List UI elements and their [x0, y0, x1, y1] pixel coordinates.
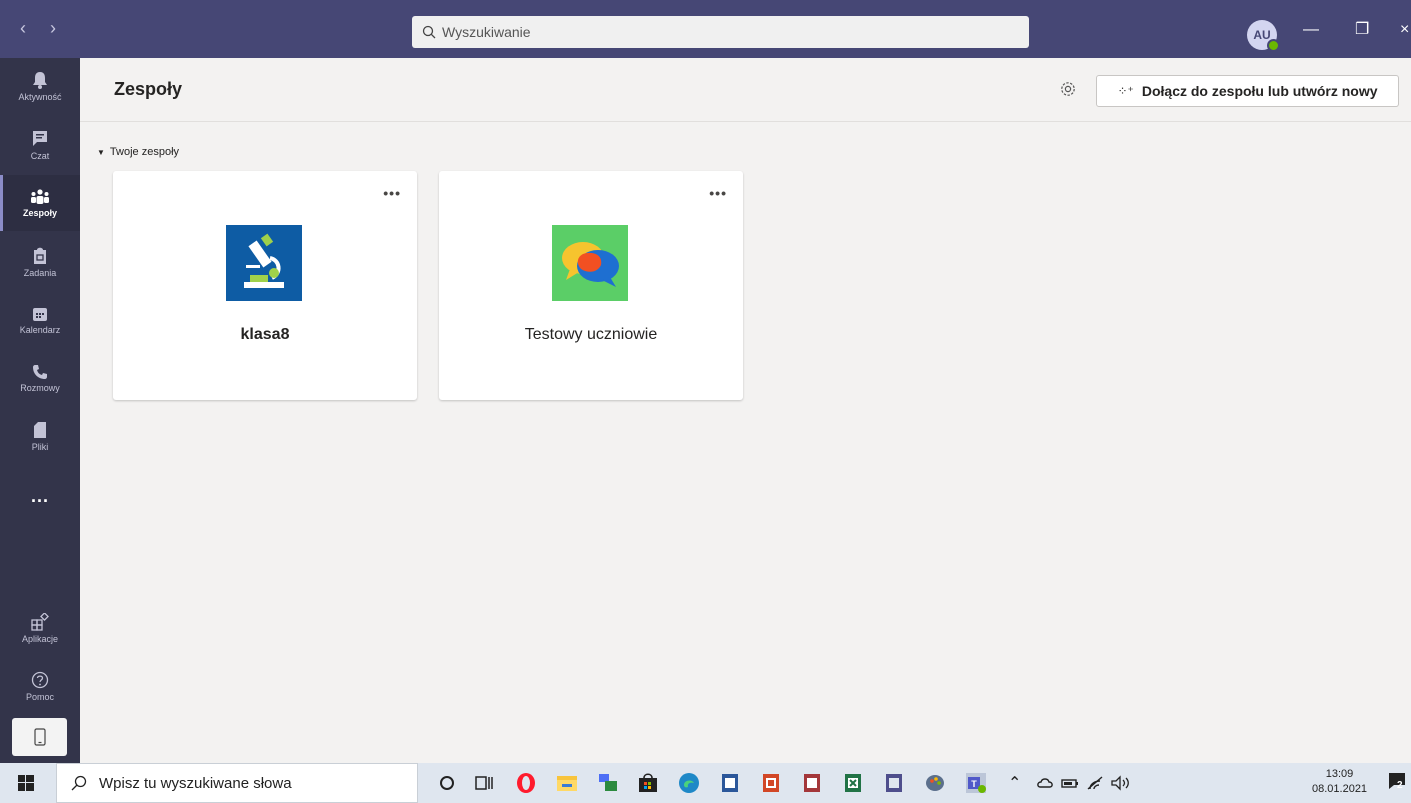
powerpoint-icon[interactable]: [759, 771, 783, 795]
forward-arrow-icon[interactable]: ›: [50, 18, 56, 38]
page-title: Zespoły: [114, 79, 183, 99]
rail-item-activity[interactable]: Aktywność: [0, 58, 80, 114]
file-explorer-icon[interactable]: [555, 771, 579, 795]
apps-icon: [31, 612, 49, 631]
bell-icon: [33, 71, 47, 89]
team-card-testowy-uczniowie[interactable]: ••• Testowy uczniowie: [439, 171, 743, 400]
rail-item-label: Pliki: [31, 441, 49, 452]
section-label: Twoje zespoły: [109, 146, 180, 158]
minimize-icon[interactable]: —: [1303, 20, 1319, 40]
teams-icon: [31, 188, 49, 204]
rail-item-calls[interactable]: Rozmowy: [0, 350, 80, 406]
windows-taskbar: T ⌃ 13:09 08.01.2021 2: [0, 763, 1411, 803]
notification-count: 2: [1397, 780, 1403, 791]
rail-item-files[interactable]: Pliki: [0, 408, 80, 464]
show-hidden-icons-icon[interactable]: ⌃: [1008, 773, 1021, 793]
rail-item-more[interactable]: ...: [0, 468, 80, 524]
app-rail: Aktywność Czat Zespoły Zadania Kalendarz…: [0, 58, 80, 763]
help-icon: [31, 671, 49, 688]
volume-icon[interactable]: [1108, 771, 1132, 795]
rail-item-label: Aktywność: [18, 91, 62, 102]
restore-icon[interactable]: ❐: [1355, 20, 1369, 40]
rail-item-label: Zadania: [23, 267, 57, 278]
title-bar: ‹ › AU — ❐ ×: [0, 0, 1411, 58]
access-app-icon[interactable]: [800, 771, 824, 795]
add-team-icon: ⁘⁺: [1117, 84, 1134, 98]
clock-time: 13:09: [1325, 768, 1354, 780]
clock-date: 08.01.2021: [1312, 783, 1368, 795]
chat-icon: [33, 130, 47, 146]
rail-item-label: Rozmowy: [20, 382, 60, 393]
close-icon[interactable]: ×: [1400, 20, 1409, 40]
back-arrow-icon[interactable]: ‹: [20, 18, 26, 38]
search-icon: [422, 25, 436, 39]
network-app-icon[interactable]: [596, 771, 620, 795]
rail-item-label: Zespoły: [22, 207, 57, 218]
team-name: klasa8: [240, 326, 290, 343]
join-or-create-team-label: Dołącz do zespołu lub utwórz nowy: [1141, 83, 1378, 99]
rail-item-label: Czat: [30, 150, 50, 161]
battery-icon[interactable]: [1058, 771, 1082, 795]
paint-icon[interactable]: [923, 771, 947, 795]
main-content: Zespoły ⁘⁺ Dołącz do zespołu lub utwórz …: [80, 58, 1411, 763]
team-name: Testowy uczniowie: [524, 326, 658, 343]
caret-down-icon: ▼: [97, 147, 105, 157]
rail-item-calendar[interactable]: Kalendarz: [0, 292, 80, 348]
rail-item-help[interactable]: Pomoc: [0, 658, 80, 714]
edge-icon[interactable]: [677, 771, 701, 795]
join-or-create-team-button[interactable]: ⁘⁺ Dołącz do zespołu lub utwórz nowy: [1096, 75, 1399, 107]
team-card-klasa8[interactable]: ••• klasa8: [113, 171, 417, 400]
svg-text:T: T: [971, 779, 977, 789]
taskbar-clock[interactable]: 13:09 08.01.2021: [1312, 767, 1367, 797]
more-options-icon[interactable]: •••: [709, 185, 727, 201]
calendar-icon: [33, 307, 47, 321]
rail-item-label: Aplikacje: [21, 633, 59, 644]
wifi-icon[interactable]: [1084, 771, 1108, 795]
rail-item-label: Kalendarz: [19, 324, 61, 335]
document-app-icon[interactable]: [718, 771, 742, 795]
search-box[interactable]: [412, 16, 1029, 48]
more-icon: ...: [30, 485, 49, 506]
rail-item-teams[interactable]: Zespoły: [0, 175, 80, 231]
task-view-icon[interactable]: [472, 771, 496, 795]
rail-item-assignments[interactable]: Zadania: [0, 234, 80, 290]
search-icon: [71, 775, 87, 791]
opera-icon[interactable]: [514, 771, 538, 795]
chat-bubbles-icon: [552, 225, 628, 301]
avatar[interactable]: AU: [1247, 20, 1280, 52]
cortana-icon[interactable]: [435, 771, 459, 795]
action-center-button[interactable]: 2: [1388, 772, 1406, 794]
phone-icon: [33, 364, 47, 379]
microscope-icon: [226, 225, 302, 301]
status-available-icon: [1267, 39, 1280, 52]
excel-icon[interactable]: [841, 771, 865, 795]
onedrive-icon[interactable]: [1034, 771, 1058, 795]
page-header: Zespoły ⁘⁺ Dołącz do zespołu lub utwórz …: [80, 58, 1411, 122]
mobile-phone-icon: [33, 728, 46, 746]
windows-start-icon[interactable]: [18, 775, 34, 791]
search-input[interactable]: [442, 24, 1002, 40]
mobile-app-button[interactable]: [12, 718, 67, 756]
your-teams-section-toggle[interactable]: ▼ Twoje zespoły: [97, 146, 179, 158]
teams-taskbar-icon[interactable]: T: [964, 771, 988, 795]
rail-item-chat[interactable]: Czat: [0, 117, 80, 173]
taskbar-search-input[interactable]: [99, 774, 399, 792]
more-options-icon[interactable]: •••: [383, 185, 401, 201]
rail-item-apps[interactable]: Aplikacje: [0, 600, 80, 656]
publisher-icon[interactable]: [882, 771, 906, 795]
assignments-icon: [34, 247, 46, 264]
taskbar-search-box[interactable]: [56, 763, 418, 803]
store-icon[interactable]: [636, 771, 660, 795]
files-icon: [34, 421, 46, 438]
rail-item-label: Pomoc: [25, 691, 54, 702]
gear-icon[interactable]: [1059, 80, 1077, 98]
